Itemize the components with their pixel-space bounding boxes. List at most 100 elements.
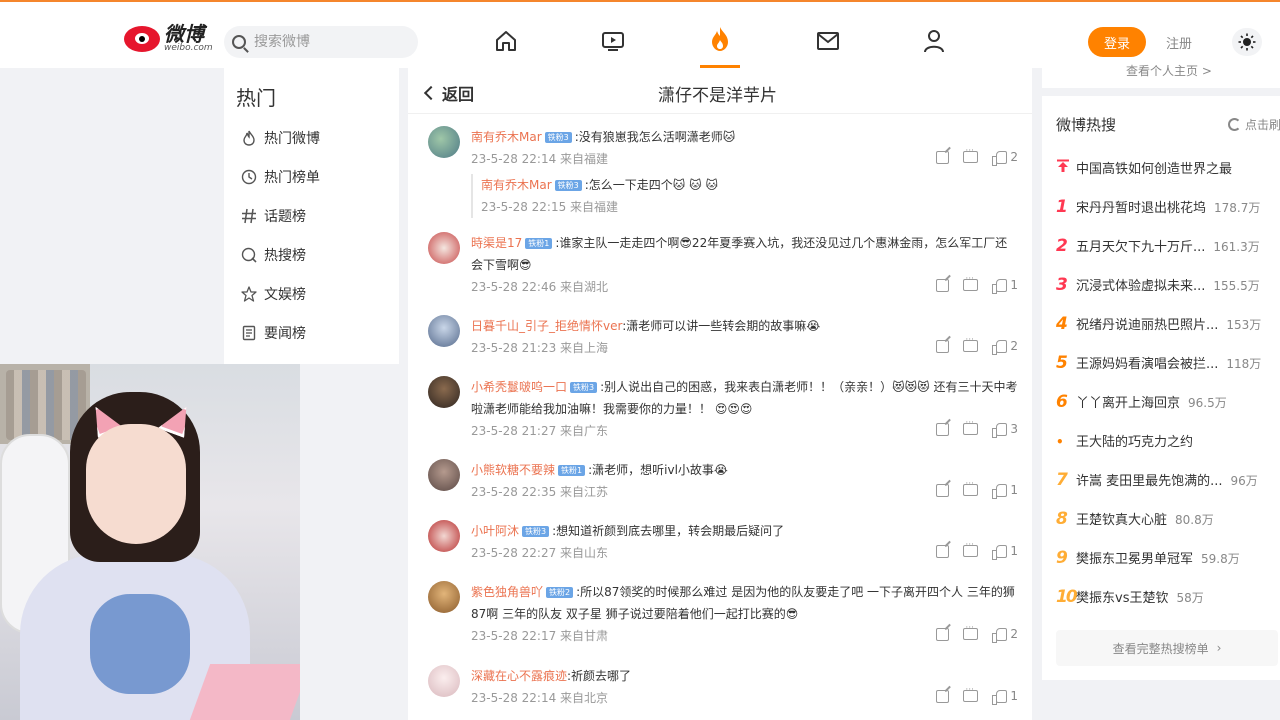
like-count: 1 [1010, 689, 1018, 703]
avatar[interactable] [428, 232, 460, 264]
share-button[interactable] [936, 689, 950, 703]
hot-item-pinned[interactable]: 中国高铁如何创造世界之最 [1056, 158, 1232, 178]
like-button[interactable]: 1 [992, 483, 1018, 499]
avatar[interactable] [428, 459, 460, 491]
sidebar-item-hot-weibo[interactable]: 热门微博 [240, 128, 320, 148]
like-button[interactable]: 1 [992, 278, 1018, 294]
username[interactable]: 時渠是17 [471, 236, 522, 250]
avatar[interactable] [428, 665, 460, 697]
share-button[interactable] [936, 278, 950, 292]
theme-toggle[interactable] [1232, 28, 1262, 56]
hot-item[interactable]: 3 沉浸式体验虚拟未来... 155.5万 [1056, 275, 1260, 295]
username[interactable]: 小叶阿沐 [471, 524, 519, 538]
reply-button[interactable] [963, 685, 979, 702]
username[interactable]: 深藏在心不露痕迹 [471, 669, 567, 683]
username[interactable]: 日暮千山_引子_拒绝情怀ver [471, 319, 622, 333]
username[interactable]: 紫色独角兽吖 [471, 585, 543, 599]
reply-button[interactable] [963, 335, 979, 352]
like-button[interactable]: 2 [992, 339, 1018, 355]
view-full-hot-search-button[interactable]: 查看完整热搜榜单 › [1056, 630, 1278, 666]
hot-rank: • [1056, 435, 1064, 449]
hot-item[interactable]: 7 许嵩 麦田里最先饱满的... 96万 [1056, 470, 1258, 490]
sidebar-item-label: 要闻榜 [264, 326, 306, 342]
user-icon [924, 30, 944, 53]
username[interactable]: 南有乔木Mar [481, 178, 552, 192]
mail-icon [817, 32, 839, 50]
sidebar-item-hot-list[interactable]: 热门榜单 [240, 167, 320, 187]
search-circle-icon [240, 246, 258, 264]
thumbs-up-icon [992, 689, 1008, 705]
like-button[interactable]: 3 [992, 422, 1018, 438]
comment-text: 紫色独角兽吖 铁粉2:所以87领奖的时候那么难过 是因为他的队友要走了吧 一下子离… [471, 581, 1019, 625]
hot-rank: 9 [1056, 548, 1068, 568]
comment-actions: 1 [936, 479, 1018, 499]
reply-button[interactable] [963, 418, 979, 435]
avatar[interactable] [428, 520, 460, 552]
weibo-logo[interactable]: 微博 weibo.com [124, 24, 213, 53]
avatar[interactable] [428, 376, 460, 408]
sidebar-item-label: 话题榜 [264, 209, 306, 225]
sidebar-item-topics[interactable]: 话题榜 [240, 206, 306, 226]
share-button[interactable] [936, 483, 950, 497]
hot-item[interactable]: 6 丫丫离开上海回京 96.5万 [1056, 392, 1227, 412]
sidebar-item-entertainment[interactable]: 文娱榜 [240, 284, 306, 304]
view-profile-link[interactable]: 查看个人主页 > [1126, 62, 1212, 79]
sidebar-item-hot-search[interactable]: 热搜榜 [240, 245, 306, 265]
comment-text: 時渠是17 铁粉1:谁家主队一走走四个啊😎22年夏季赛入坑，我还没见过几个惠淋金雨… [471, 232, 1019, 276]
login-button[interactable]: 登录 [1088, 27, 1146, 57]
share-button[interactable] [936, 422, 950, 436]
hot-item[interactable]: 4 祝绪丹说迪丽热巴照片... 153万 [1056, 314, 1261, 334]
reply-button[interactable] [963, 146, 979, 163]
hot-item[interactable]: 1 宋丹丹暂时退出桃花坞 178.7万 [1056, 197, 1260, 217]
comment-content: :想知道祈颜到底去哪里，转会期最后疑问了 [552, 524, 785, 538]
sidebar-title: 热门 [236, 86, 276, 110]
like-button[interactable]: 2 [992, 150, 1018, 166]
username[interactable]: 小熊软糖不要辣 [471, 463, 555, 477]
hot-item[interactable]: 2 五月天欠下九十万斤... 161.3万 [1056, 236, 1260, 256]
comment-meta: 23-5-28 22:15 来自福建 [481, 200, 619, 214]
nav-home[interactable] [486, 24, 526, 58]
avatar[interactable] [428, 126, 460, 158]
sidebar-item-news[interactable]: 要闻榜 [240, 323, 306, 343]
refresh-label: 点击刷新 [1245, 118, 1280, 132]
comment-actions: 1 [936, 274, 1018, 294]
username[interactable]: 南有乔木Mar [471, 130, 542, 144]
share-icon [936, 544, 950, 558]
like-button[interactable]: 1 [992, 689, 1018, 705]
share-button[interactable] [936, 339, 950, 353]
share-button[interactable] [936, 150, 950, 164]
nav-profile[interactable] [914, 24, 954, 58]
share-button[interactable] [936, 627, 950, 641]
share-icon [936, 278, 950, 292]
page-title: 潇仔不是洋芋片 [658, 86, 777, 106]
refresh-button[interactable]: 点击刷新 [1228, 116, 1280, 133]
search-box[interactable] [224, 26, 418, 58]
nav-messages[interactable] [808, 24, 848, 58]
nav-hot[interactable] [700, 22, 740, 68]
panel-header: 返回 潇仔不是洋芋片 [408, 68, 1032, 114]
like-button[interactable]: 1 [992, 544, 1018, 560]
reply-button[interactable] [963, 274, 979, 291]
share-button[interactable] [936, 544, 950, 558]
hot-item[interactable]: 9 樊振东卫冕男单冠军 59.8万 [1056, 548, 1240, 568]
hot-item[interactable]: 5 王源妈妈看演唱会被拦... 118万 [1056, 353, 1261, 373]
reply-button[interactable] [963, 479, 979, 496]
reply-button[interactable] [963, 540, 979, 557]
comment-content: :怎么一下走四个🐱 🐱 🐱 [584, 178, 718, 192]
avatar[interactable] [428, 315, 460, 347]
search-input[interactable] [254, 34, 404, 50]
like-button[interactable]: 2 [992, 627, 1018, 643]
back-button[interactable]: 返回 [423, 81, 474, 105]
comment-actions: 1 [936, 540, 1018, 560]
comment-panel: 返回 潇仔不是洋芋片 南有乔木Mar 铁粉3:没有狼崽我怎么活啊潇老师🐱 23-5… [408, 68, 1032, 720]
hot-item[interactable]: • 王大陆的巧克力之约 [1056, 431, 1193, 450]
reply-button[interactable] [963, 623, 979, 640]
sidebar-item-label: 文娱榜 [264, 287, 306, 303]
comment-item: 紫色独角兽吖 铁粉2:所以87领奖的时候那么难过 是因为他的队友要走了吧 一下子离… [428, 581, 1028, 655]
nav-video[interactable] [593, 24, 633, 58]
avatar[interactable] [428, 581, 460, 613]
username[interactable]: 小希秃鬘啵呜一口 [471, 380, 567, 394]
hot-item[interactable]: 8 王楚钦真大心脏 80.8万 [1056, 509, 1214, 529]
hot-item[interactable]: 10 樊振东vs王楚钦 58万 [1056, 587, 1204, 607]
register-link[interactable]: 注册 [1166, 33, 1192, 52]
